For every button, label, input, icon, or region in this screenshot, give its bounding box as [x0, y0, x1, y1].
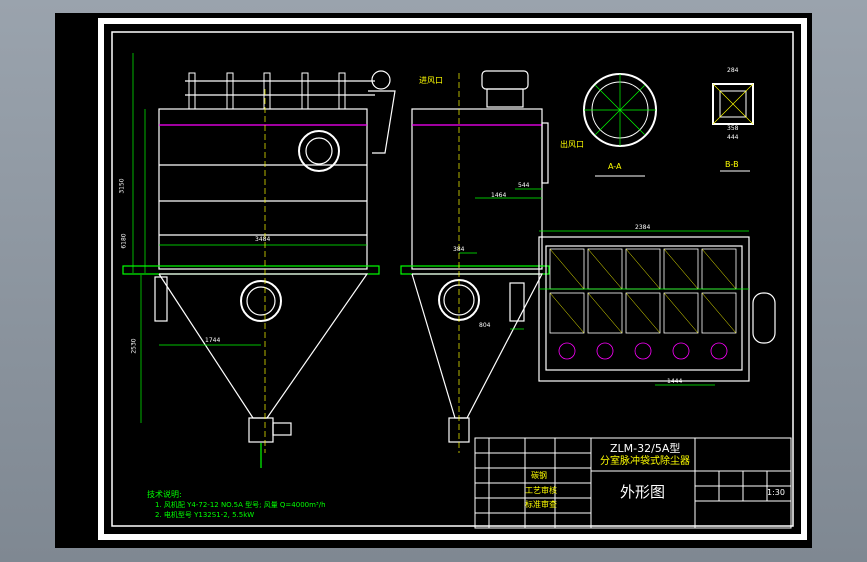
cad-viewport[interactable]: ZLM-32/5A型 分室脉冲袋式除尘器 外形图 1:30 碳钢 工艺审核 标准…: [55, 13, 812, 548]
section-a-label: A-A: [608, 162, 622, 171]
stamp-label-2: 标准审查: [525, 500, 557, 509]
section-a-a: [583, 73, 657, 177]
dim-side: 1464: [491, 192, 507, 199]
dim-height-1: 3150: [118, 178, 126, 194]
dim-square-top: 284: [727, 67, 739, 74]
side-dimensions: [458, 73, 542, 453]
tech-note-1: 1. 风机配 Y4-72-12 NO.5A 型号; 风量 Q=4000m³/h: [155, 501, 326, 509]
outlet-label: 出风口: [560, 140, 584, 149]
dim-bottom: 1444: [667, 378, 683, 385]
front-view: [122, 70, 396, 468]
dim-height-3: 2530: [130, 338, 138, 354]
dim-top-width: 2384: [635, 224, 651, 231]
product-name-label: 分室脉冲袋式除尘器: [600, 456, 690, 467]
plan-view: [538, 230, 776, 386]
section-b-label: B-B: [725, 160, 739, 169]
front-dimensions: [132, 53, 367, 453]
dim-height-2: 6180: [120, 233, 128, 249]
tech-note-2: 2. 电机型号 Y132S1-2, 5.5kW: [155, 511, 255, 519]
outer-frame: [98, 18, 807, 540]
dim-square-inner: 358: [727, 125, 739, 132]
tech-notes-title: 技术说明:: [147, 490, 182, 499]
stamp-label-1: 工艺审核: [525, 486, 557, 495]
dim-square-outer: 444: [727, 134, 739, 141]
inner-frame: [111, 31, 794, 527]
model-label: ZLM-32/5A型: [610, 442, 681, 455]
drawing-canvas: [98, 18, 807, 540]
material-label: 碳钢: [531, 471, 547, 480]
dim-hopper-width: 1744: [205, 337, 221, 344]
view-name-label: 外形图: [620, 483, 666, 501]
scale-label: 1:30: [767, 488, 785, 497]
dim-flange-1: 804: [479, 322, 491, 329]
dim-overall-width: 3484: [255, 236, 271, 243]
dim-flange-2: 384: [453, 246, 465, 253]
dim-flange-3: 544: [518, 182, 530, 189]
side-view: [400, 70, 550, 443]
inlet-label: 进风口: [419, 76, 443, 85]
